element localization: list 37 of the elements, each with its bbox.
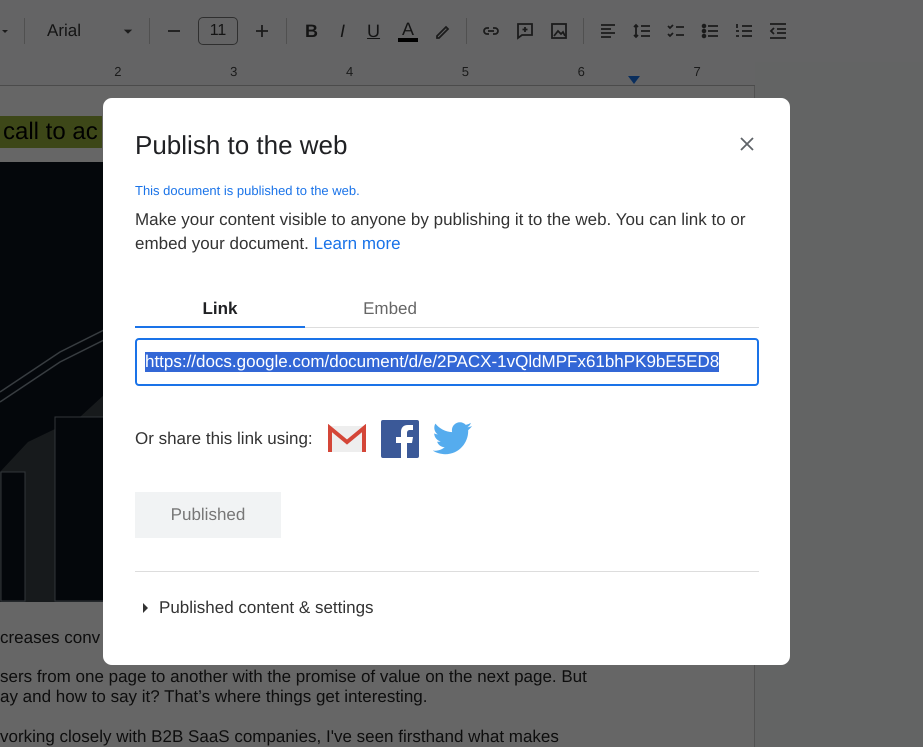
body-text-line: vorking closely with B2B SaaS companies, I've seen firsthand what makes: [0, 727, 560, 747]
learn-more-link[interactable]: Learn more: [314, 234, 401, 253]
ruler-number: 6: [576, 63, 586, 79]
facebook-icon[interactable]: [380, 420, 419, 458]
line-spacing-icon[interactable]: [632, 21, 652, 41]
settings-expander[interactable]: Published content & settings: [135, 598, 374, 618]
body-text-line: ay and how to say it? That’s where things get interesting.: [0, 687, 428, 707]
add-comment-icon[interactable]: [515, 21, 536, 41]
share-label: Or share this link using:: [135, 429, 313, 449]
bulleted-list-icon[interactable]: [700, 21, 720, 41]
decrease-indent-icon[interactable]: [768, 21, 788, 41]
format-button[interactable]: A: [398, 20, 418, 42]
url-field[interactable]: https://docs.google.com/document/d/e/2PACX-1vQldMPFx61bhPK9bE5ED8: [135, 338, 759, 386]
format-button[interactable]: I: [336, 20, 350, 42]
ruler-number: 3: [229, 63, 238, 79]
ruler-number: 4: [344, 63, 354, 79]
indent-marker-icon[interactable]: [628, 76, 640, 84]
format-button[interactable]: U: [363, 20, 384, 42]
dialog-title: Publish to the web: [135, 130, 348, 161]
body-text-line: sers from one page to another with the promise of value on the next page. But: [0, 667, 588, 687]
highlighted-heading: call to ac: [0, 116, 102, 148]
publish-status: This document is published to the web.: [135, 183, 361, 198]
description-text: Make your content visible to anyone by publishing it to the web. You can link to or embed your document. Learn more: [135, 209, 746, 255]
tab[interactable]: Link: [135, 292, 305, 328]
font-size-field[interactable]: 11: [198, 17, 238, 45]
font-selector[interactable]: Arial: [47, 21, 82, 41]
close-icon: [739, 136, 755, 152]
body-text-line: creases conv: [0, 628, 102, 648]
image-icon[interactable]: [549, 21, 570, 41]
caret-icon: [141, 603, 149, 613]
tab[interactable]: Embed: [305, 292, 475, 328]
ruler-number: 7: [692, 63, 702, 79]
ruler-number: 5: [460, 63, 470, 79]
bird-icon[interactable]: [432, 422, 473, 456]
mail-icon[interactable]: [326, 424, 367, 454]
ruler-number: 2: [113, 63, 123, 79]
format-button[interactable]: B: [301, 20, 322, 42]
